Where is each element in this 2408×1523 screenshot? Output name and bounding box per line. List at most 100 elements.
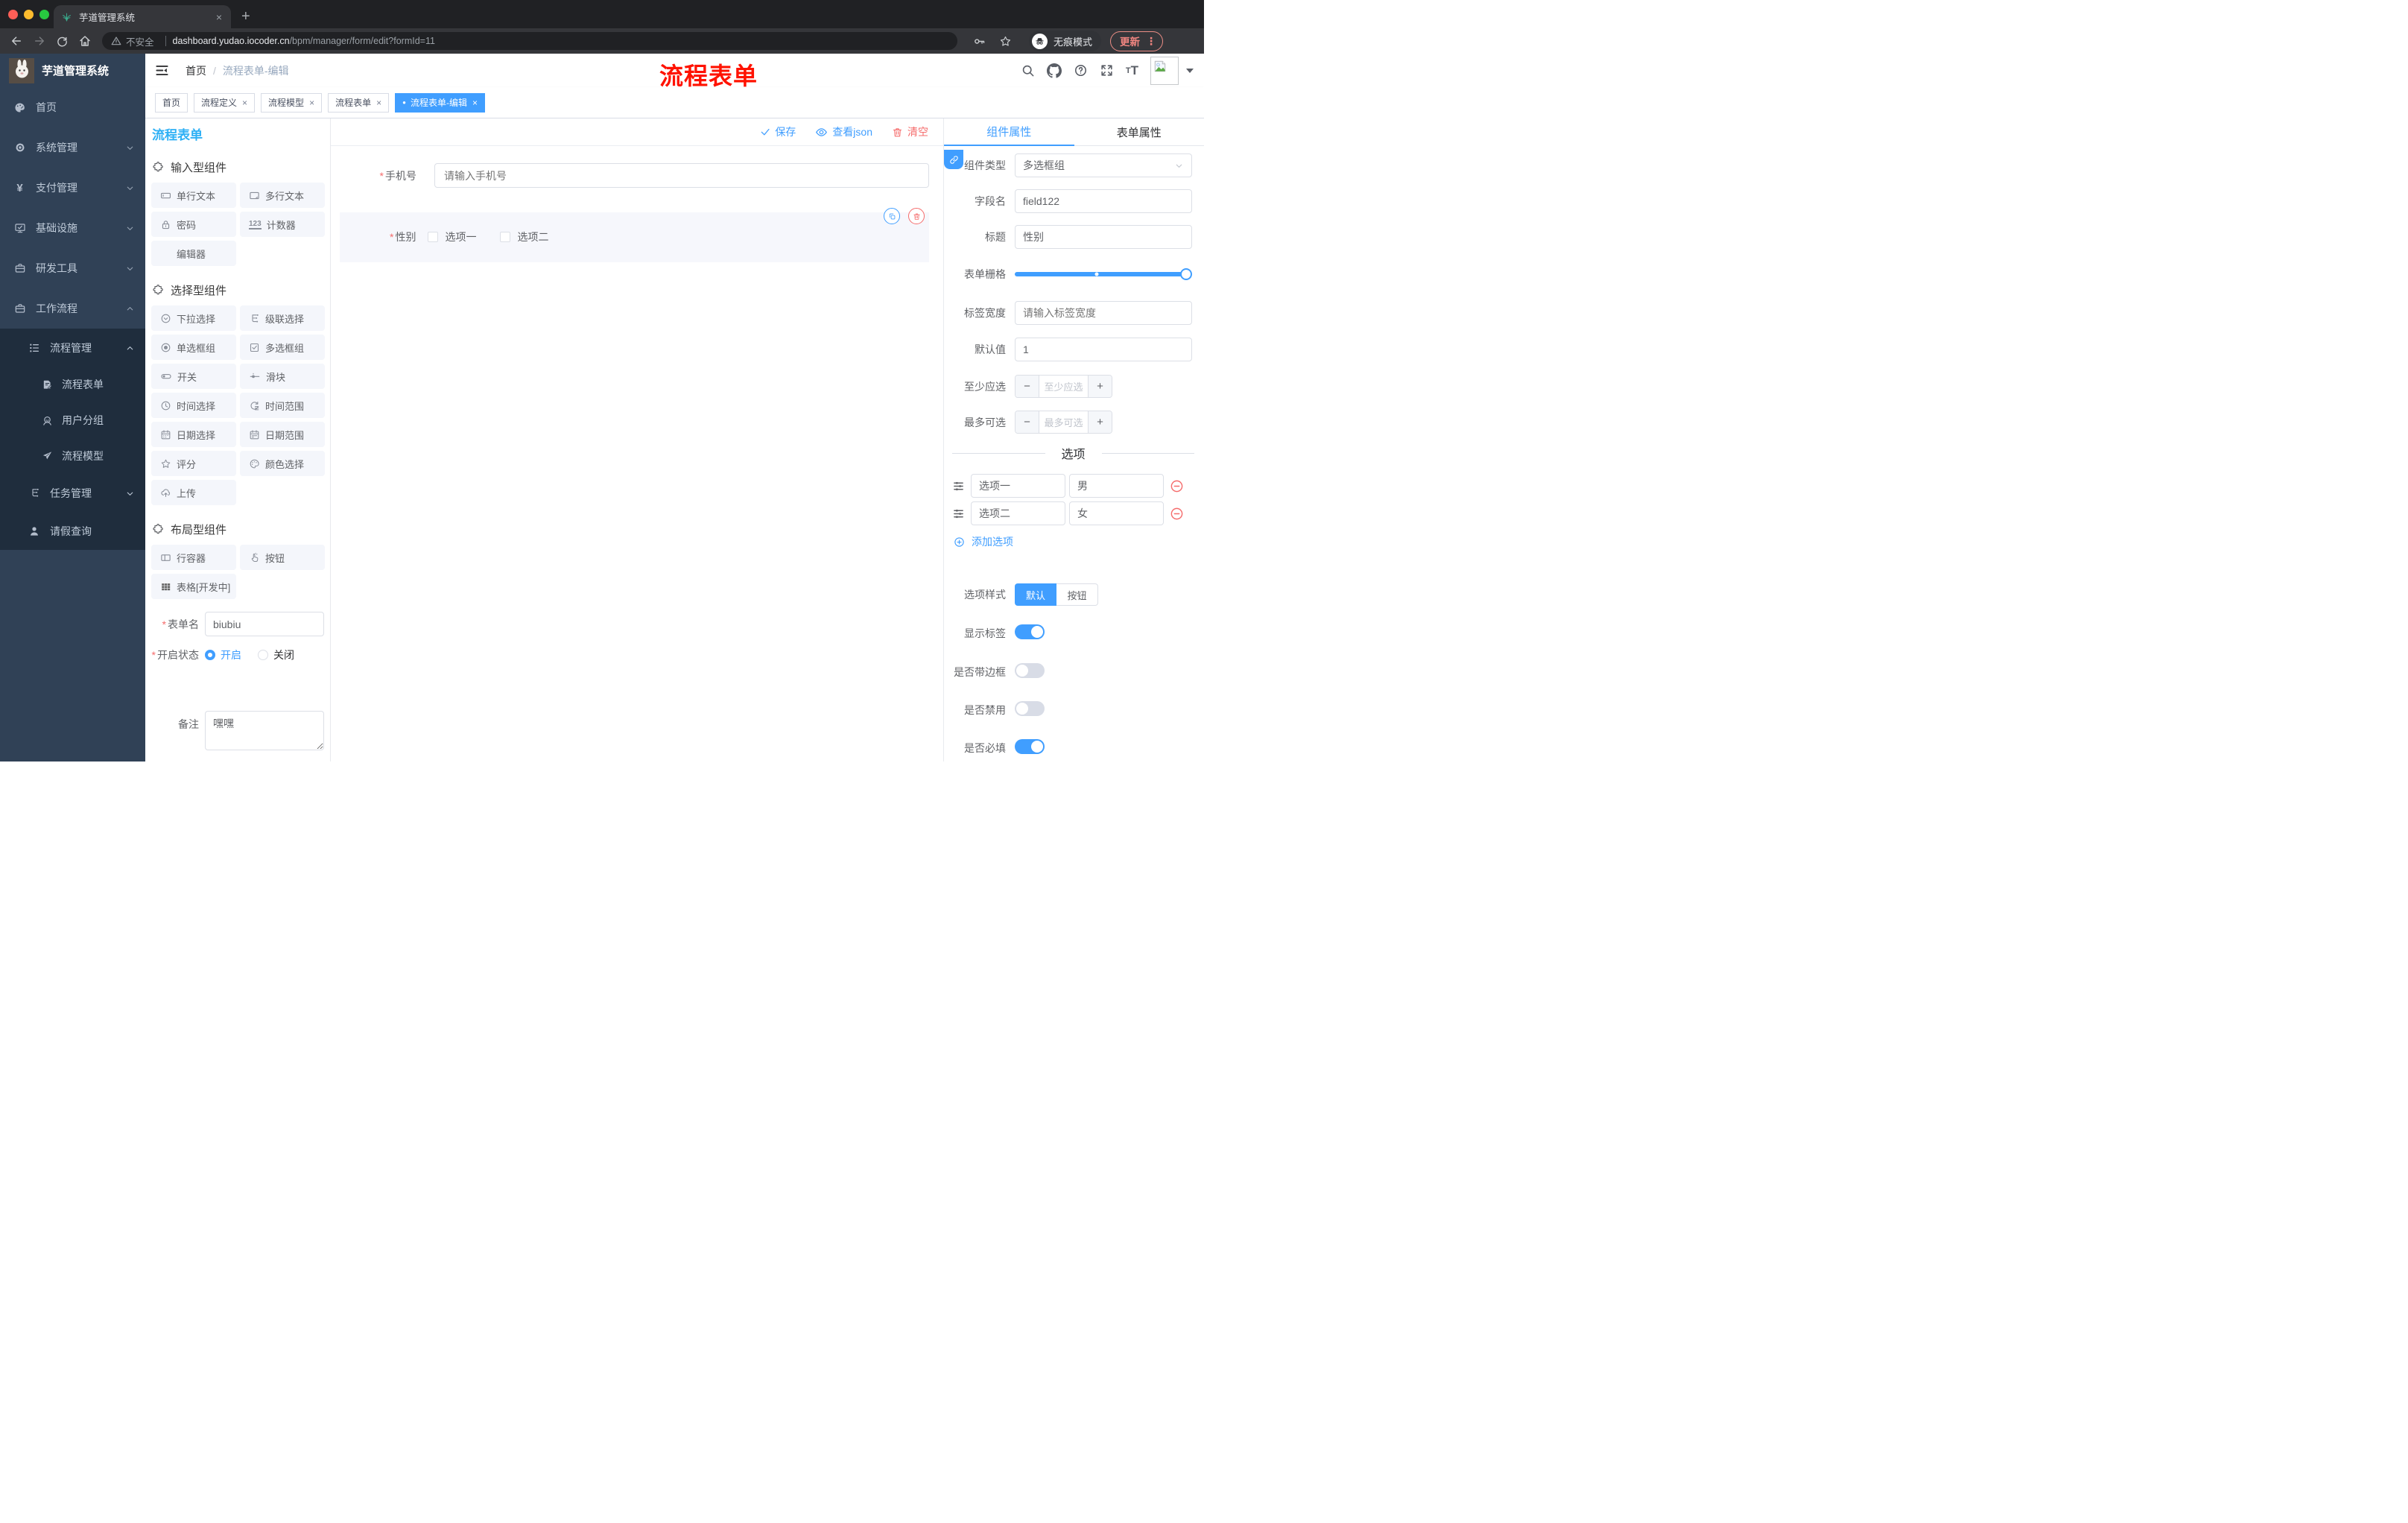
tag-process-definition[interactable]: 流程定义 × (194, 92, 256, 113)
label-width-input[interactable] (1015, 301, 1192, 325)
sidebar-item-task-management[interactable]: 任务管理 (0, 474, 145, 512)
phone-field-row[interactable]: * 手机号 (340, 163, 929, 188)
sidebar-item-infrastructure[interactable]: 基础设施 (0, 208, 145, 248)
component-multi-line-text[interactable]: 多行文本 (240, 183, 325, 208)
component-single-line-text[interactable]: 单行文本 (151, 183, 236, 208)
sidebar-item-leave-query[interactable]: 请假查询 (0, 512, 145, 550)
component-radio-group[interactable]: 单选框组 (151, 335, 236, 360)
back-icon[interactable] (10, 34, 23, 48)
component-time-range[interactable]: 时间范围 (240, 393, 325, 418)
component-dropdown[interactable]: 下拉选择 (151, 305, 236, 331)
help-icon[interactable] (1074, 63, 1088, 77)
window-controls[interactable] (8, 10, 49, 19)
close-window-button[interactable] (8, 10, 18, 19)
option-value-input[interactable] (1069, 501, 1164, 525)
max-select-placeholder[interactable]: 最多可选 (1039, 411, 1088, 433)
remove-option-button[interactable] (1170, 479, 1184, 493)
component-cascader[interactable]: 级联选择 (240, 305, 325, 331)
field-name-input[interactable] (1015, 189, 1192, 213)
reload-icon[interactable] (56, 35, 69, 48)
minimize-window-button[interactable] (24, 10, 34, 19)
stepper-plus-button[interactable]: + (1088, 411, 1112, 433)
component-editor[interactable]: 编辑器 (151, 241, 236, 266)
close-icon[interactable]: × (376, 98, 381, 108)
sidebar-item-payment[interactable]: ¥ 支付管理 (0, 168, 145, 208)
new-tab-button[interactable]: + (241, 6, 250, 27)
home-icon[interactable] (78, 34, 92, 48)
breadcrumb-home[interactable]: 首页 (186, 63, 206, 78)
github-icon[interactable] (1047, 63, 1062, 78)
grid-slider[interactable] (1015, 268, 1192, 280)
sidebar-item-home[interactable]: 首页 (0, 87, 145, 127)
fullscreen-icon[interactable] (1100, 63, 1114, 77)
bookmark-star-icon[interactable] (999, 35, 1012, 48)
close-tab-icon[interactable]: × (215, 11, 224, 23)
tag-process-form-edit-active[interactable]: ● 流程表单-编辑 × (395, 92, 485, 113)
component-rate[interactable]: 评分 (151, 451, 236, 476)
link-chain-tag[interactable] (944, 150, 963, 169)
sidebar-item-process-form[interactable]: 流程表单 (0, 367, 145, 402)
zoom-window-button[interactable] (39, 10, 49, 19)
status-radio-off[interactable]: 关闭 (258, 647, 294, 662)
component-checkbox-group[interactable]: 多选框组 (240, 335, 325, 360)
status-radio-on[interactable]: 开启 (205, 647, 241, 662)
forward-icon[interactable] (33, 34, 46, 48)
security-label[interactable]: 不安全 (126, 34, 154, 48)
title-input[interactable] (1015, 225, 1192, 249)
component-counter[interactable]: 123 计数器 (240, 212, 325, 237)
option-label-input[interactable] (971, 501, 1065, 525)
tab-component-props[interactable]: 组件属性 (944, 118, 1074, 146)
component-color-picker[interactable]: 颜色选择 (240, 451, 325, 476)
component-type-select[interactable]: 多选框组 (1015, 153, 1192, 177)
browser-tab[interactable]: 芋道管理系统 × (54, 5, 231, 28)
option-value-input[interactable] (1069, 474, 1164, 498)
close-icon[interactable]: × (472, 98, 478, 108)
delete-component-button[interactable] (908, 208, 925, 224)
default-value-input[interactable] (1015, 338, 1192, 361)
stepper-minus-button[interactable]: − (1016, 376, 1039, 397)
search-icon[interactable] (1021, 63, 1035, 77)
password-key-icon[interactable] (973, 35, 986, 48)
drag-handle-icon[interactable] (952, 480, 965, 493)
component-date-picker[interactable]: 日期选择 (151, 422, 236, 447)
sidebar-item-workflow[interactable]: 工作流程 (0, 288, 145, 329)
component-slider[interactable]: 滑块 (240, 364, 325, 389)
avatar[interactable] (1150, 56, 1179, 85)
style-default-button[interactable]: 默认 (1015, 583, 1056, 606)
component-switch[interactable]: 开关 (151, 364, 236, 389)
sidebar-item-system[interactable]: 系统管理 (0, 127, 145, 168)
disabled-toggle[interactable] (1015, 701, 1045, 716)
component-password[interactable]: 密码 (151, 212, 236, 237)
min-select-placeholder[interactable]: 至少应选 (1039, 376, 1088, 397)
phone-input[interactable] (434, 163, 929, 188)
form-remark-textarea[interactable]: 嘿嘿 (205, 711, 324, 750)
component-table-dev[interactable]: 表格[开发中] (151, 574, 236, 599)
tag-process-model[interactable]: 流程模型 × (261, 92, 323, 113)
sidebar-item-devtools[interactable]: 研发工具 (0, 248, 145, 288)
clear-button[interactable]: 清空 (892, 124, 928, 139)
save-button[interactable]: 保存 (760, 124, 796, 139)
copy-component-button[interactable] (884, 208, 900, 224)
update-button[interactable]: 更新 ⋮ (1110, 31, 1164, 51)
selected-component-block[interactable]: * 性别 选项一 选项二 (340, 208, 929, 262)
form-name-input[interactable] (205, 612, 324, 636)
sidebar-item-process-management[interactable]: 流程管理 (0, 329, 145, 367)
close-icon[interactable]: × (242, 98, 247, 108)
tab-form-props[interactable]: 表单属性 (1074, 118, 1204, 146)
option-label-input[interactable] (971, 474, 1065, 498)
avatar-caret-down-icon[interactable] (1186, 68, 1194, 73)
component-time-picker[interactable]: 时间选择 (151, 393, 236, 418)
close-icon[interactable]: × (309, 98, 314, 108)
font-size-icon[interactable]: TT (1126, 63, 1138, 78)
tag-home[interactable]: 首页 (155, 92, 188, 113)
view-json-button[interactable]: 查看json (815, 124, 872, 139)
add-option-button[interactable]: 添加选项 (954, 534, 1204, 549)
sidebar-item-user-group[interactable]: 用户分组 (0, 402, 145, 438)
style-button-button[interactable]: 按钮 (1056, 583, 1098, 606)
gender-checkbox-2[interactable] (500, 232, 511, 242)
address-bar[interactable]: 不安全 dashboard.yudao.iocoder.cn/bpm/manag… (102, 32, 957, 50)
drag-handle-icon[interactable] (952, 507, 965, 520)
tag-process-form[interactable]: 流程表单 × (328, 92, 390, 113)
component-date-range[interactable]: 日期范围 (240, 422, 325, 447)
remove-option-button[interactable] (1170, 507, 1184, 521)
